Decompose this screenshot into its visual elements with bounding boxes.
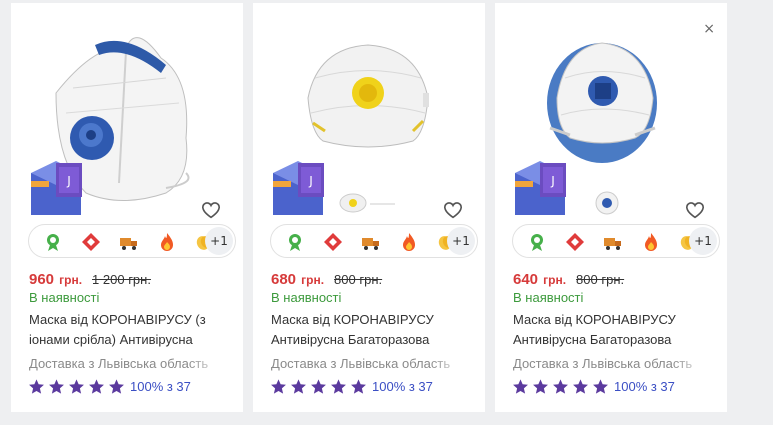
rating-stars xyxy=(28,378,125,395)
star-icon xyxy=(513,379,528,394)
currency: грн. xyxy=(59,273,83,287)
award-icon xyxy=(289,234,301,251)
price: 640 грн. 800 грн. xyxy=(513,269,624,288)
nova-poshta-icon xyxy=(82,233,100,251)
delivery-truck-icon xyxy=(362,238,379,250)
heart-icon[interactable] xyxy=(684,199,706,221)
star-icon xyxy=(311,379,326,394)
star-icon xyxy=(49,379,64,394)
price: 960 грн. 1 200 грн. xyxy=(29,269,151,288)
rating[interactable]: 100% з 37 xyxy=(28,378,191,395)
star-icon xyxy=(351,379,366,394)
award-icon xyxy=(531,234,543,251)
rating[interactable]: 100% з 37 xyxy=(270,378,433,395)
svg-text:J: J xyxy=(66,174,71,188)
currency: грн. xyxy=(301,273,325,287)
nova-poshta-icon xyxy=(324,233,342,251)
more-badges-button[interactable]: +1 xyxy=(447,227,475,255)
fire-icon xyxy=(161,233,173,251)
star-icon xyxy=(533,379,548,394)
availability-status: В наявності xyxy=(29,290,100,305)
product-title-link[interactable]: Маска від КОРОНАВІРУСУ Антивірусна Багат… xyxy=(513,310,713,350)
more-badges-button[interactable]: +1 xyxy=(205,227,233,255)
badge-bar: +1 xyxy=(512,224,720,258)
delivery-info: Доставка з Львівська область xyxy=(513,356,693,371)
more-badges-button[interactable]: +1 xyxy=(689,227,717,255)
fire-icon xyxy=(403,233,415,251)
badge-bar: +1 xyxy=(28,224,236,258)
old-price: 1 200 грн. xyxy=(92,272,151,287)
svg-text:J: J xyxy=(550,174,555,188)
rating-text[interactable]: 100% з 37 xyxy=(130,379,191,394)
star-icon xyxy=(109,379,124,394)
star-icon xyxy=(69,379,84,394)
currency: грн. xyxy=(543,273,567,287)
delivery-truck-icon xyxy=(604,238,621,250)
star-icon xyxy=(573,379,588,394)
product-title-link[interactable]: Маска від КОРОНАВІРУСУ (з іонами срібла)… xyxy=(29,310,229,350)
heart-icon[interactable] xyxy=(442,199,464,221)
star-icon xyxy=(593,379,608,394)
star-icon xyxy=(553,379,568,394)
product-card[interactable]: J +1 960 грн. 1 200 грн. В наявності Маск… xyxy=(11,3,243,412)
rating-stars xyxy=(270,378,367,395)
fire-icon xyxy=(645,233,657,251)
star-icon xyxy=(29,379,44,394)
star-icon xyxy=(271,379,286,394)
rating-text[interactable]: 100% з 37 xyxy=(372,379,433,394)
product-card[interactable]: × J +1 640 грн. 800 грн. В наявності Маск… xyxy=(495,3,727,412)
product-card[interactable]: J +1 680 грн. 800 грн. В наявності Маска … xyxy=(253,3,485,412)
star-icon xyxy=(331,379,346,394)
product-title-link[interactable]: Маска від КОРОНАВІРУСУ Антивірусна Багат… xyxy=(271,310,471,350)
svg-text:J: J xyxy=(308,174,313,188)
current-price: 960 xyxy=(29,271,55,288)
price: 680 грн. 800 грн. xyxy=(271,269,382,288)
delivery-info: Доставка з Львівська область xyxy=(29,356,209,371)
delivery-truck-icon xyxy=(120,238,137,250)
heart-icon[interactable] xyxy=(200,199,222,221)
delivery-info: Доставка з Львівська область xyxy=(271,356,451,371)
current-price: 680 xyxy=(271,271,297,288)
rating[interactable]: 100% з 37 xyxy=(512,378,675,395)
star-icon xyxy=(89,379,104,394)
old-price: 800 грн. xyxy=(576,272,625,287)
availability-status: В наявності xyxy=(271,290,342,305)
rating-stars xyxy=(512,378,609,395)
product-image-respirator-blue-shell[interactable]: J xyxy=(495,3,727,218)
badge-bar: +1 xyxy=(270,224,478,258)
current-price: 640 xyxy=(513,271,539,288)
award-icon xyxy=(47,234,59,251)
availability-status: В наявності xyxy=(513,290,584,305)
star-icon xyxy=(291,379,306,394)
product-image-respirator-blue-valve[interactable]: J xyxy=(11,3,243,218)
old-price: 800 грн. xyxy=(334,272,383,287)
nova-poshta-icon xyxy=(566,233,584,251)
product-image-respirator-yellow-valve[interactable]: J xyxy=(253,3,485,218)
rating-text[interactable]: 100% з 37 xyxy=(614,379,675,394)
